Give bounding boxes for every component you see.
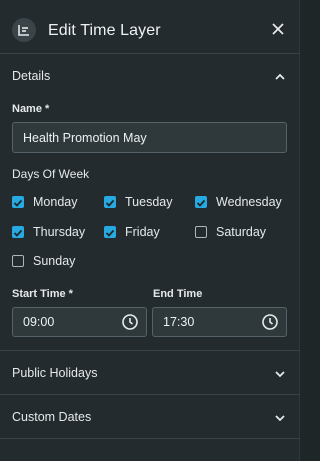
day-checkbox-saturday[interactable]: Saturday	[195, 225, 266, 239]
section-details-toggle[interactable]: Details	[0, 54, 300, 98]
chevron-up-icon	[274, 70, 286, 82]
section-public-holidays-toggle[interactable]: Public Holidays	[0, 351, 300, 395]
section-public-holidays-label: Public Holidays	[12, 366, 98, 380]
name-input[interactable]: Health Promotion May	[12, 122, 287, 153]
panel-title: Edit Time Layer	[48, 22, 161, 39]
checkbox-empty-icon	[12, 255, 24, 267]
divider	[0, 438, 300, 439]
day-label: Sunday	[33, 254, 76, 268]
clock-icon[interactable]	[121, 313, 139, 331]
chevron-down-icon	[274, 367, 286, 379]
start-time-label: Start Time *	[12, 288, 73, 300]
checkbox-empty-icon	[195, 226, 207, 238]
checkbox-checked-icon	[12, 226, 24, 238]
checkbox-checked-icon	[104, 196, 116, 208]
day-label: Saturday	[216, 225, 267, 239]
name-input-value: Health Promotion May	[23, 130, 147, 145]
start-time-value: 09:00	[23, 315, 55, 329]
checkbox-checked-icon	[12, 196, 24, 208]
day-checkbox-sunday[interactable]: Sunday	[12, 254, 75, 268]
chevron-down-icon	[274, 411, 286, 423]
checkbox-checked-icon	[104, 226, 116, 238]
day-checkbox-thursday[interactable]: Thursday	[12, 225, 85, 239]
clock-icon[interactable]	[261, 313, 279, 331]
day-label: Thursday	[33, 225, 86, 239]
name-label: Name *	[12, 103, 50, 115]
section-custom-dates-label: Custom Dates	[12, 410, 92, 424]
close-icon[interactable]	[270, 21, 286, 37]
days-of-week-label: Days Of Week	[12, 167, 90, 181]
section-details-label: Details	[12, 69, 51, 83]
day-label: Tuesday	[125, 195, 173, 209]
layers-icon	[12, 18, 36, 42]
day-checkbox-monday[interactable]: Monday	[12, 195, 77, 209]
panel-header: Edit Time Layer	[0, 0, 300, 54]
day-label: Monday	[33, 195, 78, 209]
end-time-input[interactable]: 17:30	[152, 307, 287, 337]
end-time-label: End Time	[153, 288, 203, 300]
day-checkbox-tuesday[interactable]: Tuesday	[104, 195, 172, 209]
checkbox-checked-icon	[195, 196, 207, 208]
day-checkbox-friday[interactable]: Friday	[104, 225, 160, 239]
edit-time-layer-panel: Edit Time Layer Details Name * Health Pr…	[0, 0, 300, 461]
start-time-input[interactable]: 09:00	[12, 307, 147, 337]
day-label: Wednesday	[216, 195, 282, 209]
day-checkbox-wednesday[interactable]: Wednesday	[195, 195, 282, 209]
day-label: Friday	[125, 225, 160, 239]
end-time-value: 17:30	[163, 315, 195, 329]
section-custom-dates-toggle[interactable]: Custom Dates	[0, 395, 300, 439]
